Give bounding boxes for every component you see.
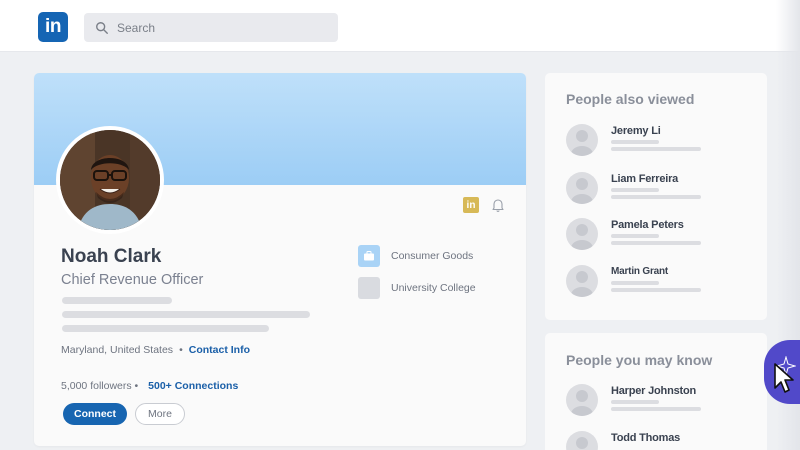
person-placeholder-icon — [566, 124, 598, 156]
people-you-may-know-card: People you may know Harper Johnston Todd… — [545, 333, 767, 450]
placeholder-line — [611, 400, 659, 404]
person-name: Harper Johnston — [611, 385, 697, 397]
placeholder-line — [62, 297, 172, 304]
more-button[interactable]: More — [135, 403, 185, 425]
placeholder-line — [611, 195, 701, 199]
contact-info-link[interactable]: Contact Info — [189, 344, 250, 356]
placeholder-line — [611, 140, 659, 144]
person-name: Martin Grant — [611, 266, 669, 277]
people-also-viewed-card: People also viewed Jeremy Li Liam Ferrei… — [545, 73, 767, 320]
profile-location-row: Maryland, United States • Contact Info — [61, 344, 250, 356]
person-name: Pamela Peters — [611, 219, 684, 231]
person-name: Jeremy Li — [611, 125, 661, 137]
separator-dot: • — [134, 380, 139, 392]
placeholder-line — [62, 311, 310, 318]
school-icon — [358, 277, 380, 299]
separator-dot: • — [179, 344, 183, 356]
search-bar[interactable] — [84, 13, 338, 42]
profile-location: Maryland, United States — [61, 344, 174, 356]
experience-label: Consumer Goods — [391, 250, 474, 262]
card-title: People also viewed — [566, 91, 695, 107]
placeholder-line — [611, 147, 701, 151]
person-item[interactable]: Martin Grant — [566, 265, 756, 305]
person-item[interactable]: Todd Thomas — [566, 431, 756, 450]
search-icon — [96, 21, 108, 34]
placeholder-line — [611, 288, 701, 292]
card-title: People you may know — [566, 352, 713, 368]
profile-stats-row: 5,000 followers • 500+ Connections — [61, 380, 238, 392]
profile-name: Noah Clark — [61, 246, 162, 267]
placeholder-line — [62, 325, 269, 332]
person-name: Todd Thomas — [611, 432, 681, 444]
person-item[interactable]: Harper Johnston — [566, 384, 756, 424]
placeholder-line — [611, 407, 701, 411]
placeholder-line — [611, 241, 701, 245]
followers-count: 5,000 followers — [61, 380, 132, 392]
person-placeholder-icon — [566, 218, 598, 250]
profile-headline: Chief Revenue Officer — [61, 272, 204, 288]
person-placeholder-icon — [566, 172, 598, 204]
cursor-icon — [774, 363, 794, 393]
experience-item-school[interactable]: University College — [358, 277, 476, 299]
connect-button[interactable]: Connect — [63, 403, 127, 425]
person-item[interactable]: Jeremy Li — [566, 124, 756, 164]
linkedin-badge-icon: in — [463, 197, 479, 213]
experience-item-company[interactable]: Consumer Goods — [358, 245, 473, 267]
top-navigation-bar: in — [0, 0, 800, 52]
placeholder-line — [611, 188, 659, 192]
placeholder-line — [611, 234, 659, 238]
linkedin-logo[interactable]: in — [38, 12, 68, 42]
connections-link[interactable]: 500+ Connections — [148, 380, 238, 392]
person-item[interactable]: Pamela Peters — [566, 218, 756, 258]
person-placeholder-icon — [566, 265, 598, 297]
person-name: Liam Ferreira — [611, 173, 679, 185]
experience-label: University College — [391, 282, 476, 294]
bell-icon[interactable] — [490, 197, 506, 213]
profile-card: in Noah Clark Chief Revenue Officer Mary… — [34, 73, 526, 446]
search-input[interactable] — [117, 20, 317, 35]
person-placeholder-icon — [566, 431, 598, 450]
avatar-photo — [60, 130, 160, 230]
briefcase-icon — [358, 245, 380, 267]
person-item[interactable]: Liam Ferreira — [566, 172, 756, 212]
person-placeholder-icon — [566, 384, 598, 416]
placeholder-line — [611, 281, 659, 285]
profile-avatar[interactable] — [56, 126, 164, 234]
